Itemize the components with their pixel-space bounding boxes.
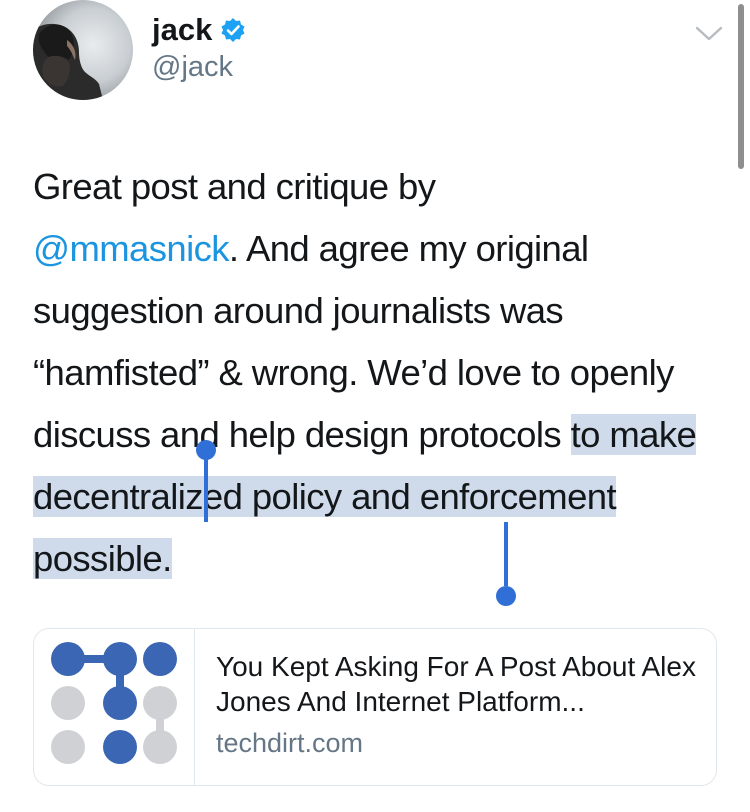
link-domain: techdirt.com [216,728,364,758]
link-title[interactable]: You Kept Asking For A Post About Alex Jo… [216,649,696,719]
techdirt-logo-icon [51,642,177,764]
tweet-text[interactable]: Great post and critique by @mmasnick. And… [33,156,733,590]
author-handle[interactable]: @jack [152,50,233,84]
profile-avatar[interactable] [33,0,133,100]
link-preview-card[interactable]: You Kept Asking For A Post About Alex Jo… [33,628,717,786]
author-name-row: jack [152,12,246,48]
verified-badge-icon [220,17,246,43]
author-name[interactable]: jack [152,12,212,48]
mention-link[interactable]: @mmasnick [33,228,230,269]
chevron-down-icon[interactable] [692,20,726,46]
scrollbar[interactable] [738,4,744,169]
link-thumbnail [34,629,195,785]
tweet-text-intro: Great post and critique by [33,166,436,207]
